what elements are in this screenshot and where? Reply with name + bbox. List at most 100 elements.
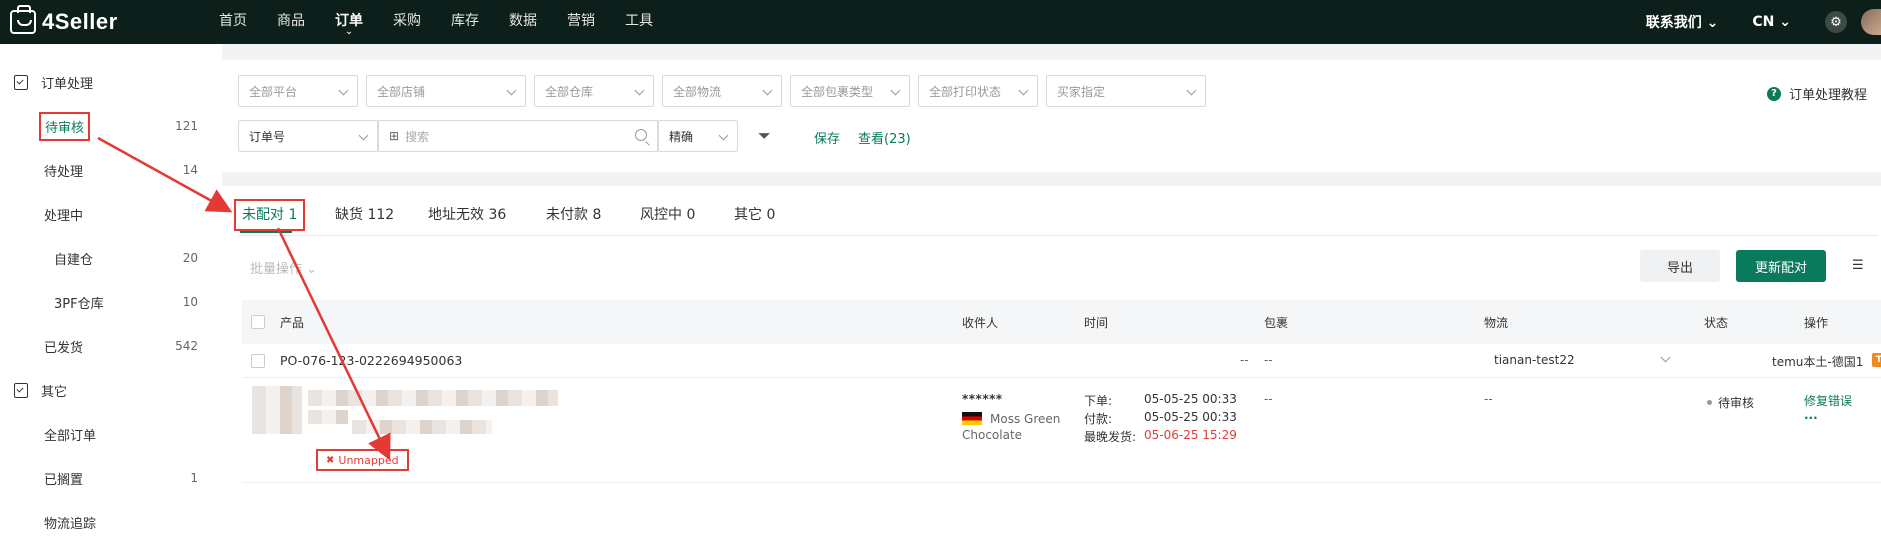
match-mode-select[interactable]: 精确 xyxy=(658,120,738,152)
chevron-down-icon xyxy=(338,85,349,96)
chevron-down-icon xyxy=(762,85,773,96)
order-number[interactable]: PO-076-123-0222694950063 xyxy=(280,353,462,368)
col-package: 包裹 xyxy=(1264,316,1289,330)
clipboard-check-icon xyxy=(14,74,28,90)
order-checkbox[interactable] xyxy=(251,354,265,368)
sidebar: 订单处理 待审核 121 待处理 14 处理中 自建仓 20 3PF仓库 10 … xyxy=(0,44,222,543)
clipboard-check-icon xyxy=(14,382,28,398)
unlink-icon: ✖ xyxy=(326,454,335,466)
latest-ship-value: 05-06-25 15:29 xyxy=(1144,428,1237,442)
receiver-name-line2: Chocolate xyxy=(962,428,1023,442)
warehouse-select[interactable]: 全部仓库 xyxy=(534,75,654,107)
chevron-down-icon[interactable] xyxy=(1660,352,1671,363)
sidebar-group-order-processing[interactable]: 订单处理 xyxy=(0,60,222,104)
col-receiver: 收件人 xyxy=(962,316,999,330)
chevron-down-icon xyxy=(890,85,901,96)
batch-actions-dropdown[interactable]: 批量操作 ⌄ xyxy=(250,258,317,277)
col-time: 时间 xyxy=(1084,316,1109,330)
select-all-checkbox[interactable] xyxy=(251,315,265,329)
unmapped-badge: ✖ Unmapped xyxy=(316,449,409,471)
logistics-select[interactable]: tianan-test22 xyxy=(1494,353,1575,367)
product-sku-redacted xyxy=(352,420,492,434)
sidebar-item-to-process[interactable]: 待处理 14 xyxy=(0,148,222,192)
rematch-button[interactable]: 更新配对 xyxy=(1736,250,1826,282)
contact-us-menu[interactable]: 联系我们 ⌄ xyxy=(1646,12,1719,32)
sidebar-item-3pf-warehouse[interactable]: 3PF仓库 10 xyxy=(0,280,222,324)
tab-out-of-stock[interactable]: 缺货 112 xyxy=(335,204,394,224)
tab-other[interactable]: 其它 0 xyxy=(734,204,775,224)
order-time-value: 05-05-25 00:33 xyxy=(1144,392,1237,406)
product-image xyxy=(252,386,302,434)
help-icon: ? xyxy=(1766,86,1781,101)
more-actions-button[interactable]: ... xyxy=(1804,408,1818,422)
paid-time-value: 05-05-25 00:33 xyxy=(1144,410,1237,424)
tab-unpaid[interactable]: 未付款 8 xyxy=(546,204,601,224)
nav-item-orders[interactable]: 订单 ⌄ xyxy=(320,0,378,44)
sidebar-item-pending-review[interactable]: 待审核 121 xyxy=(0,104,222,148)
col-status: 状态 xyxy=(1704,316,1729,330)
search-type-select[interactable]: 订单号 xyxy=(238,120,378,152)
tab-risk-control[interactable]: 风控中 0 xyxy=(640,204,695,224)
nav-item-tools[interactable]: 工具 xyxy=(610,0,668,44)
col-actions: 操作 xyxy=(1804,316,1829,330)
product-title-redacted xyxy=(308,390,558,406)
logistics-select[interactable]: 全部物流 xyxy=(662,75,782,107)
fix-error-link[interactable]: 修复错误 xyxy=(1804,392,1852,409)
nav-item-data[interactable]: 数据 xyxy=(494,0,552,44)
view-saved-button[interactable]: 查看(23) xyxy=(858,128,911,147)
settings-gear-icon[interactable]: ⚙ xyxy=(1825,11,1847,33)
chevron-down-icon xyxy=(506,85,517,96)
export-button[interactable]: 导出 xyxy=(1640,250,1720,282)
status-dot-icon xyxy=(1707,400,1712,405)
item-logistics: -- xyxy=(1484,392,1493,406)
grid-icon: ⊞ xyxy=(389,129,400,143)
platform-select[interactable]: 全部平台 xyxy=(238,75,358,107)
sidebar-item-processing[interactable]: 处理中 xyxy=(0,192,222,236)
search-input[interactable]: ⊞ 搜索 xyxy=(378,120,658,152)
main-panel: 未配对 1 缺货 112 地址无效 36 未付款 8 风控中 0 其它 0 批量… xyxy=(222,186,1881,543)
chevron-down-icon xyxy=(1186,85,1197,96)
receiver-masked: ****** xyxy=(962,392,1003,406)
nav-item-marketing[interactable]: 营销 xyxy=(552,0,610,44)
sidebar-item-all-orders[interactable]: 全部订单 xyxy=(0,412,222,456)
package-type-select[interactable]: 全部包裹类型 xyxy=(790,75,910,107)
chevron-down-icon xyxy=(358,130,369,141)
nav-item-home[interactable]: 首页 xyxy=(204,0,262,44)
nav-menu: 首页 商品 订单 ⌄ 采购 库存 数据 营销 工具 xyxy=(204,0,668,44)
status-tabs: 未配对 1 缺货 112 地址无效 36 未付款 8 风控中 0 其它 0 xyxy=(233,186,1878,236)
save-button[interactable]: 保存 xyxy=(814,128,840,147)
search-icon[interactable] xyxy=(635,129,647,141)
logo-bag-icon xyxy=(10,5,36,34)
sidebar-group-other[interactable]: 其它 xyxy=(0,368,222,412)
filter-funnel-icon[interactable]: ⏷ xyxy=(758,126,771,146)
filter-panel: 全部平台 全部店铺 全部仓库 全部物流 全部包裹类型 全部打印状态 买家指定 订… xyxy=(222,60,1881,172)
tab-invalid-address[interactable]: 地址无效 36 xyxy=(428,204,506,224)
store-select[interactable]: 全部店铺 xyxy=(366,75,526,107)
sidebar-item-shipped[interactable]: 已发货 542 xyxy=(0,324,222,368)
order-time-label: 下单: xyxy=(1084,394,1113,408)
germany-flag-icon xyxy=(962,412,982,425)
logo[interactable]: 4Seller xyxy=(10,5,190,35)
avatar[interactable] xyxy=(1861,9,1881,35)
package-dash: -- xyxy=(1264,353,1273,367)
order-item-row: ✖ Unmapped ****** Moss Green Chocolate 下单… xyxy=(242,378,1881,483)
nav-item-products[interactable]: 商品 xyxy=(262,0,320,44)
nav-item-purchase[interactable]: 采购 xyxy=(378,0,436,44)
chevron-down-icon xyxy=(634,85,645,96)
receiver-name: Moss Green xyxy=(962,412,1060,426)
buyer-specified-select[interactable]: 买家指定 xyxy=(1046,75,1206,107)
sidebar-item-logistics-tracking[interactable]: 物流追踪 xyxy=(0,500,222,543)
tab-unmatched[interactable]: 未配对 1 xyxy=(233,199,306,231)
tutorial-link[interactable]: ? 订单处理教程 xyxy=(1766,84,1867,103)
active-caret-icon: ⌄ xyxy=(345,27,353,37)
print-status-select[interactable]: 全部打印状态 xyxy=(918,75,1038,107)
language-menu[interactable]: CN ⌄ xyxy=(1752,14,1791,30)
column-settings-icon[interactable]: ☰ xyxy=(1852,258,1864,273)
sidebar-item-own-warehouse[interactable]: 自建仓 20 xyxy=(0,236,222,280)
nav-item-inventory[interactable]: 库存 xyxy=(436,0,494,44)
receiver-dash: -- xyxy=(1240,353,1249,367)
sidebar-item-on-hold[interactable]: 已搁置 1 xyxy=(0,456,222,500)
col-logistics: 物流 xyxy=(1484,316,1509,330)
chevron-down-icon xyxy=(1018,85,1029,96)
latest-ship-label: 最晚发货: xyxy=(1084,430,1137,444)
